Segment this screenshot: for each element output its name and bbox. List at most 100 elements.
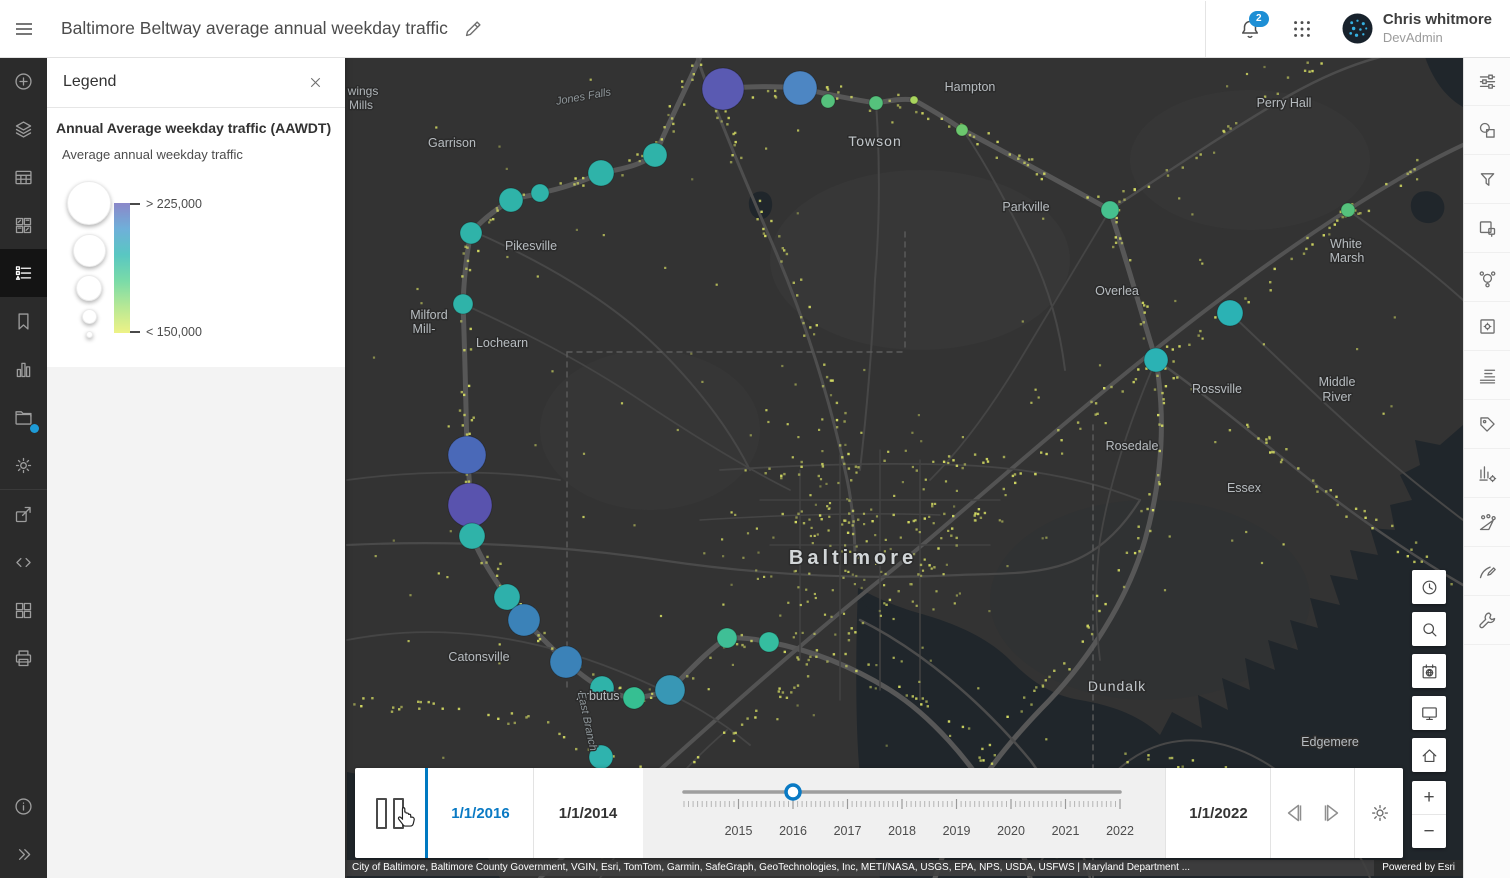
sidebar-item-bookmark[interactable] bbox=[0, 297, 47, 345]
time-slider-track-zone[interactable]: 2015 2016 2017 2018 2019 2020 2021 2022 bbox=[643, 768, 1165, 858]
panel-item-edit[interactable] bbox=[1464, 547, 1510, 596]
legend-size-circle bbox=[67, 181, 111, 225]
map-label: Dundalk bbox=[1088, 678, 1146, 694]
panel-item-configure-charts[interactable] bbox=[1464, 449, 1510, 498]
time-slider-settings-button[interactable] bbox=[1354, 768, 1404, 858]
map-label: Marsh bbox=[1330, 251, 1365, 265]
traffic-bubble[interactable] bbox=[642, 142, 668, 168]
slider-thumb[interactable] bbox=[784, 783, 802, 801]
traffic-bubble[interactable] bbox=[1143, 347, 1169, 373]
map-tool-search-button[interactable] bbox=[1412, 612, 1446, 646]
traffic-bubble[interactable] bbox=[587, 159, 615, 187]
traffic-bubble[interactable] bbox=[447, 482, 493, 528]
attribution-text: City of Baltimore, Baltimore County Gove… bbox=[345, 860, 1375, 876]
panel-item-sketch[interactable] bbox=[1464, 498, 1510, 547]
map-label: Garrison bbox=[428, 136, 476, 150]
year-tick-label: 2020 bbox=[997, 824, 1025, 838]
panel-item-effects[interactable] bbox=[1464, 204, 1510, 253]
sidebar-item-legend[interactable] bbox=[0, 249, 47, 297]
legend-color-ramp bbox=[114, 203, 130, 333]
traffic-bubble[interactable] bbox=[654, 674, 686, 706]
current-date[interactable]: 1/1/2016 bbox=[428, 768, 534, 858]
contents-toolbar bbox=[0, 57, 47, 878]
pause-button[interactable] bbox=[355, 768, 425, 858]
sidebar-item-print[interactable] bbox=[0, 634, 47, 682]
legend-title: Legend bbox=[63, 73, 117, 90]
panel-item-aggregation[interactable] bbox=[1464, 253, 1510, 302]
sidebar-item-code[interactable] bbox=[0, 538, 47, 586]
notifications-button[interactable]: 2 bbox=[1230, 9, 1270, 49]
zoom-out-button[interactable]: − bbox=[1412, 815, 1446, 848]
map-label: Pikesville bbox=[505, 239, 557, 253]
year-tick-label: 2022 bbox=[1106, 824, 1134, 838]
map-tool-daylight-button[interactable] bbox=[1412, 654, 1446, 688]
ramp-max-label: > 225,000 bbox=[146, 197, 202, 211]
traffic-bubble[interactable] bbox=[459, 221, 483, 245]
sidebar-item-add-circle[interactable] bbox=[0, 57, 47, 105]
sidebar-item-basemap[interactable] bbox=[0, 201, 47, 249]
map-label: Mills bbox=[349, 98, 373, 112]
legend-panel: Legend Annual Average weekday traffic (A… bbox=[47, 57, 345, 878]
map-label: Towson bbox=[848, 133, 901, 149]
range-start-date[interactable]: 1/1/2014 bbox=[533, 768, 643, 858]
traffic-bubble[interactable] bbox=[701, 67, 745, 111]
traffic-bubble[interactable] bbox=[758, 631, 780, 653]
ramp-tick-max bbox=[130, 203, 140, 205]
legend-layer-title: Annual Average weekday traffic (AAWDT) bbox=[56, 120, 332, 136]
edit-title-button[interactable] bbox=[462, 18, 484, 40]
pencil-icon bbox=[465, 20, 481, 36]
traffic-bubble[interactable] bbox=[507, 603, 541, 637]
traffic-bubble[interactable] bbox=[452, 293, 474, 315]
traffic-bubble[interactable] bbox=[622, 686, 646, 710]
legend-size-circle bbox=[72, 233, 106, 267]
sidebar-item-charts[interactable] bbox=[0, 345, 47, 393]
traffic-bubble[interactable] bbox=[530, 183, 550, 203]
sidebar-item-settings[interactable] bbox=[0, 441, 47, 489]
close-legend-button[interactable] bbox=[301, 68, 329, 96]
traffic-bubble[interactable] bbox=[782, 70, 818, 106]
avatar[interactable] bbox=[1342, 13, 1373, 44]
panel-item-fields[interactable] bbox=[1464, 351, 1510, 400]
traffic-bubble[interactable] bbox=[498, 187, 524, 213]
zoom-in-button[interactable]: + bbox=[1412, 781, 1446, 815]
panel-item-filter[interactable] bbox=[1464, 155, 1510, 204]
panel-item-properties[interactable] bbox=[1464, 57, 1510, 106]
sidebar-item-share[interactable] bbox=[0, 489, 47, 538]
traffic-bubble[interactable] bbox=[1340, 202, 1356, 218]
map-label: Lochearn bbox=[476, 336, 528, 350]
traffic-bubble[interactable] bbox=[1216, 299, 1244, 327]
map-label: Baltimore bbox=[789, 547, 917, 569]
previous-step-button[interactable] bbox=[1275, 785, 1313, 841]
map-tool-screen-button[interactable] bbox=[1412, 696, 1446, 730]
traffic-bubble[interactable] bbox=[820, 93, 836, 109]
panel-item-styles[interactable] bbox=[1464, 106, 1510, 155]
panel-item-labels[interactable] bbox=[1464, 400, 1510, 449]
traffic-bubble[interactable] bbox=[1100, 200, 1120, 220]
range-end-date[interactable]: 1/1/2022 bbox=[1165, 768, 1271, 858]
next-step-button[interactable] bbox=[1313, 785, 1351, 841]
user-block[interactable]: Chris whitmore DevAdmin bbox=[1383, 11, 1492, 46]
panel-item-tools[interactable] bbox=[1464, 596, 1510, 645]
traffic-bubble[interactable] bbox=[955, 123, 969, 137]
sidebar-item-collapse[interactable] bbox=[0, 830, 47, 878]
app-launcher-button[interactable] bbox=[1282, 9, 1322, 49]
sidebar-item-save[interactable] bbox=[0, 393, 47, 441]
hamburger-menu-button[interactable] bbox=[0, 1, 47, 57]
sidebar-item-apps[interactable] bbox=[0, 586, 47, 634]
year-tick-label: 2016 bbox=[779, 824, 807, 838]
traffic-bubble[interactable] bbox=[447, 435, 487, 475]
traffic-bubble[interactable] bbox=[868, 95, 884, 111]
sidebar-item-info[interactable] bbox=[0, 782, 47, 830]
sidebar-item-layers[interactable] bbox=[0, 105, 47, 153]
traffic-bubble[interactable] bbox=[458, 522, 486, 550]
map-tool-time-button[interactable] bbox=[1412, 570, 1446, 604]
panel-item-popups[interactable] bbox=[1464, 302, 1510, 351]
settings-toolbar bbox=[1463, 57, 1510, 878]
traffic-bubble[interactable] bbox=[716, 627, 738, 649]
traffic-bubble[interactable] bbox=[549, 645, 583, 679]
sidebar-item-table[interactable] bbox=[0, 153, 47, 201]
traffic-bubble[interactable] bbox=[909, 95, 919, 105]
year-tick-label: 2018 bbox=[888, 824, 916, 838]
map-tool-home-button[interactable] bbox=[1412, 738, 1446, 772]
year-tick-label: 2017 bbox=[834, 824, 862, 838]
